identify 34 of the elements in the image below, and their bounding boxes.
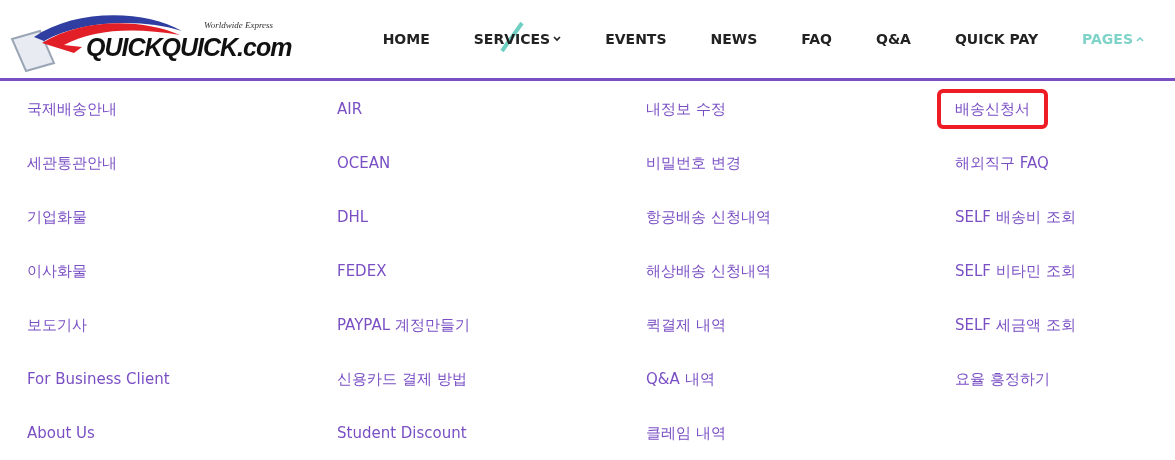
menu-link[interactable]: SELF 배송비 조회 <box>955 198 1076 252</box>
menu-link[interactable]: 항공배송 신청내역 <box>646 198 771 252</box>
nav-link[interactable]: NEWS <box>697 28 771 50</box>
nav-link[interactable]: Q&A <box>863 28 924 50</box>
menu-link[interactable]: 국제배송안내 <box>27 90 117 144</box>
menu-link[interactable]: 요율 흥정하기 <box>955 360 1050 414</box>
menu-link[interactable]: For Business Client <box>27 360 170 414</box>
menu-link[interactable]: SELF 세금액 조회 <box>955 306 1076 360</box>
nav-link[interactable]: FAQ <box>788 28 845 50</box>
menu-link[interactable]: 퀵결제 내역 <box>646 306 726 360</box>
menu-link[interactable]: OCEAN <box>337 144 391 198</box>
menu-link[interactable]: 내정보 수정 <box>646 90 726 144</box>
menu-link[interactable]: PAYPAL 계정만들기 <box>337 306 470 360</box>
menu-link[interactable]: FEDEX <box>337 252 387 306</box>
menu-link[interactable]: AIR <box>337 90 363 144</box>
menu-link[interactable]: 클레임 내역 <box>646 414 726 460</box>
nav-link[interactable]: EVENTS <box>592 28 680 50</box>
menu-link[interactable]: 신용카드 결제 방법 <box>337 360 467 414</box>
nav-link[interactable]: QUICK PAY <box>941 28 1052 50</box>
menu-link[interactable]: Student Discount <box>337 414 467 460</box>
menu-link[interactable]: 보도기사 <box>27 306 87 360</box>
menu-link[interactable]: 해외직구 FAQ <box>955 144 1049 198</box>
menu-link[interactable]: 기업화물 <box>27 198 87 252</box>
menu-link[interactable]: About Us <box>27 414 95 460</box>
menu-link[interactable]: 이사화물 <box>27 252 87 306</box>
logo-text: QUICKQUICK.com <box>86 35 292 60</box>
menu-link[interactable]: 비밀번호 변경 <box>646 144 741 198</box>
menu-link[interactable]: Q&A 내역 <box>646 360 715 414</box>
menu-link[interactable]: 해상배송 신청내역 <box>646 252 771 306</box>
nav-link[interactable]: HOME <box>369 28 443 50</box>
menu-link[interactable]: DHL <box>337 198 369 252</box>
menu-link[interactable]: SELF 비타민 조회 <box>955 252 1076 306</box>
logo-tagline: Worldwide Express <box>204 21 274 30</box>
menu-link[interactable]: 세관통관안내 <box>27 144 117 198</box>
